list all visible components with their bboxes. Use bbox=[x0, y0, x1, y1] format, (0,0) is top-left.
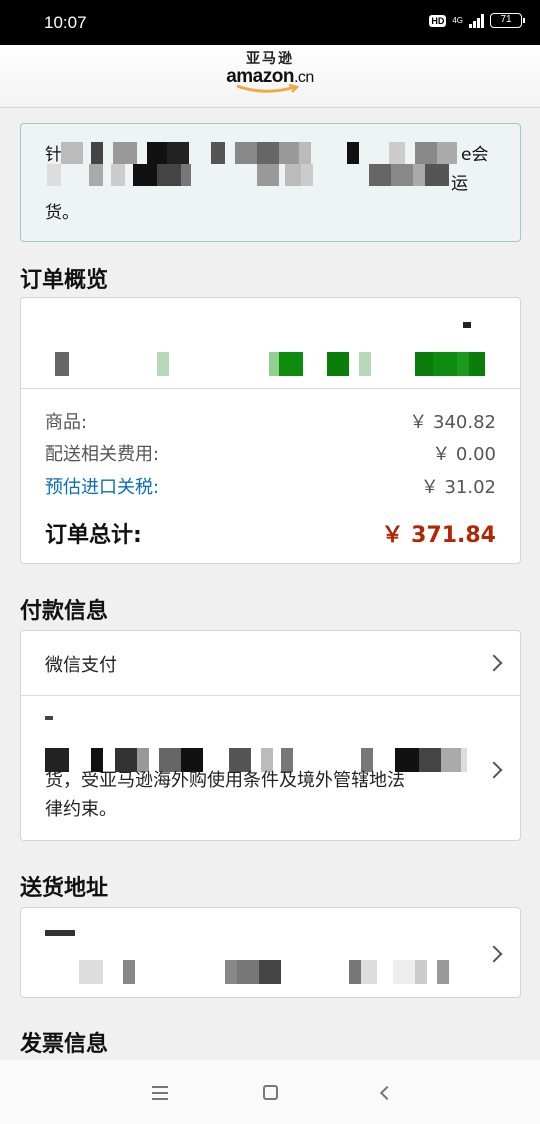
logo-suffix: .cn bbox=[293, 69, 314, 86]
shipping-fee-value: ￥ 0.00 bbox=[432, 444, 496, 465]
notice-box: 针 e会 运 货。 bbox=[20, 123, 521, 242]
import-duty-link[interactable]: 预估进口关税: bbox=[45, 473, 159, 499]
battery-level: 71 bbox=[500, 14, 512, 25]
system-navigation-bar bbox=[0, 1060, 540, 1124]
payment-terms-text: 货，受亚马逊海外购使用条件及境外管辖地法 律约束。 bbox=[45, 766, 472, 824]
privacy-mosaic bbox=[45, 926, 475, 986]
payment-title: 付款信息 bbox=[20, 599, 109, 624]
subtotal-label: 商品: bbox=[45, 412, 88, 433]
invoice-title: 发票信息 bbox=[20, 1032, 109, 1057]
network-type-label: 4G bbox=[452, 15, 463, 25]
shipping-address-card[interactable] bbox=[20, 907, 521, 998]
order-summary-title: 订单概览 bbox=[20, 268, 109, 293]
payment-card: 微信支付 货，受亚马逊海外购使用条件及境外管辖地法 律约束。 bbox=[20, 630, 521, 841]
battery-icon: 71 bbox=[490, 13, 525, 28]
back-icon[interactable] bbox=[379, 1085, 395, 1101]
chevron-right-icon bbox=[485, 654, 503, 672]
product-image-mosaic bbox=[51, 318, 491, 378]
notice-line1-end: e会 bbox=[461, 145, 489, 165]
order-divider bbox=[21, 388, 520, 389]
shipping-address-title: 送货地址 bbox=[20, 876, 109, 901]
order-total-label: 订单总计: bbox=[45, 523, 142, 548]
order-summary-card: 商品: ￥ 340.82 配送相关费用: ￥ 0.00 预估进口关税: ￥ 31… bbox=[20, 297, 521, 564]
payment-terms-row[interactable]: 货，受亚马逊海外购使用条件及境外管辖地法 律约束。 bbox=[21, 696, 520, 841]
logo-english-text: amazon.cn bbox=[0, 67, 540, 87]
shipping-fee-label: 配送相关费用: bbox=[45, 444, 160, 465]
import-duty-row: 预估进口关税: ￥ 31.02 bbox=[45, 473, 496, 499]
app-header: 亚马逊 amazon.cn bbox=[0, 45, 540, 108]
order-total-value: ￥ 371.84 bbox=[381, 523, 496, 548]
hd-icon: HD bbox=[429, 14, 447, 27]
amazon-logo[interactable]: 亚马逊 amazon.cn bbox=[0, 52, 540, 94]
chevron-right-icon bbox=[485, 945, 503, 963]
logo-chinese-text: 亚马逊 bbox=[246, 51, 294, 67]
signal-icon bbox=[469, 13, 484, 28]
payment-terms-line3: 货，受亚马逊海外购使用条件及境外管辖地法 bbox=[45, 770, 405, 791]
status-time: 10:07 bbox=[44, 13, 87, 32]
subtotal-row: 商品: ￥ 340.82 bbox=[45, 408, 496, 434]
status-icons: HD 4G 71 bbox=[429, 13, 525, 28]
subtotal-value: ￥ 340.82 bbox=[409, 412, 496, 433]
menu-icon[interactable] bbox=[152, 1086, 168, 1104]
shipping-fee-row: 配送相关费用: ￥ 0.00 bbox=[45, 440, 496, 466]
status-bar: 10:07 HD 4G 71 bbox=[0, 0, 540, 45]
payment-method-row[interactable]: 微信支付 bbox=[21, 631, 520, 695]
payment-method-label: 微信支付 bbox=[45, 655, 117, 676]
payment-terms-line4: 律约束。 bbox=[45, 799, 117, 820]
home-icon[interactable] bbox=[263, 1085, 278, 1100]
import-duty-value: ￥ 31.02 bbox=[420, 477, 496, 498]
order-total-row: 订单总计: ￥ 371.84 bbox=[45, 517, 496, 549]
notice-line3: 货。 bbox=[45, 203, 79, 223]
chevron-right-icon bbox=[485, 761, 503, 779]
logo-wordmark: amazon bbox=[226, 66, 294, 87]
privacy-mosaic bbox=[43, 140, 463, 192]
